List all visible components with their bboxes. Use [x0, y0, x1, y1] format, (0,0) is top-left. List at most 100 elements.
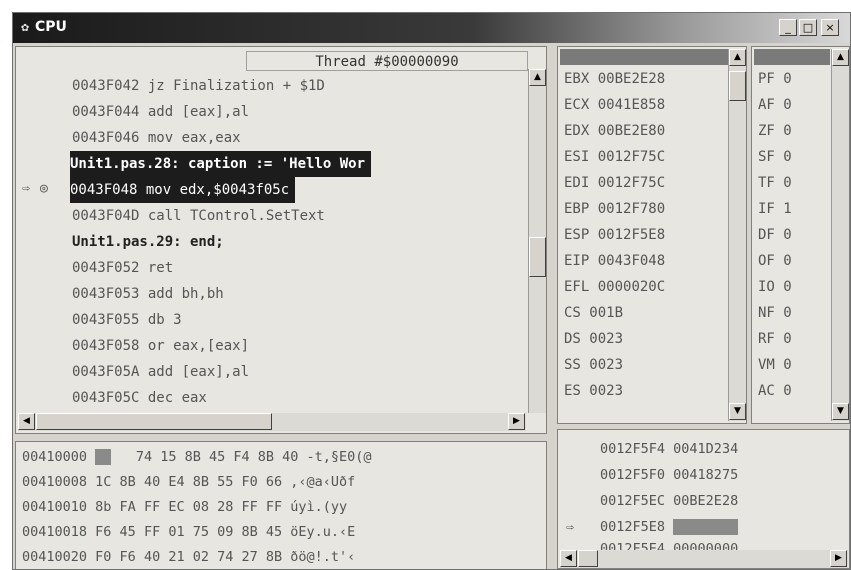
- register-value[interactable]: 0012F75C: [598, 149, 665, 165]
- dump-row[interactable]: 00410018 F6 45 FF 01 75 09 8B 45 öEy.u.‹…: [22, 521, 355, 543]
- register-row[interactable]: EIP 0043F048: [564, 249, 665, 274]
- flag-value[interactable]: 0: [783, 175, 791, 191]
- code-line[interactable]: 0043F055 db 3: [72, 307, 182, 333]
- minimize-button[interactable]: _: [779, 19, 797, 36]
- flag-row[interactable]: ZF 0: [758, 119, 792, 144]
- dump-ascii[interactable]: öEy.u.‹E: [290, 524, 355, 540]
- flag-row[interactable]: IO 0: [758, 275, 792, 300]
- flag-value[interactable]: 0: [783, 149, 791, 165]
- close-button[interactable]: ×: [821, 19, 839, 36]
- flag-row[interactable]: SF 0: [758, 145, 792, 170]
- title-bar[interactable]: ✿ CPU _ □ ×: [13, 13, 850, 43]
- flag-row[interactable]: TF 0: [758, 171, 792, 196]
- flag-row[interactable]: VM 0: [758, 353, 792, 378]
- registers-vscrollbar[interactable]: ▲ ▼: [728, 49, 746, 421]
- register-row[interactable]: ECX 0041E858: [564, 93, 665, 118]
- code-line[interactable]: 0043F05C dec eax: [72, 385, 207, 411]
- flag-row[interactable]: OF 0: [758, 249, 792, 274]
- register-row[interactable]: DS 0023: [564, 327, 623, 352]
- flag-row[interactable]: AC 0: [758, 379, 792, 404]
- flag-value[interactable]: 0: [783, 253, 791, 269]
- stack-row[interactable]: 0012F5F4 0041D234: [600, 438, 738, 460]
- current-instruction-line[interactable]: 0043F048 mov edx,$0043f05c: [70, 177, 296, 203]
- register-row[interactable]: EBX 00BE2E28: [564, 67, 665, 92]
- scroll-down-button[interactable]: ▼: [729, 403, 746, 420]
- flag-row[interactable]: IF 1: [758, 197, 792, 222]
- code-line[interactable]: 0043F046 mov eax,eax: [72, 125, 241, 151]
- register-row[interactable]: EBP 0012F780: [564, 197, 665, 222]
- disassembly-hscrollbar[interactable]: ◀ ▶: [18, 413, 526, 431]
- maximize-button[interactable]: □: [799, 19, 817, 36]
- flag-value[interactable]: 0: [783, 71, 791, 87]
- dump-ascii[interactable]: úyì.(yy: [290, 499, 347, 515]
- register-value[interactable]: 0012F75C: [598, 175, 665, 191]
- register-row[interactable]: SS 0023: [564, 353, 623, 378]
- dump-row[interactable]: 00410008 1C 8B 40 E4 8B 55 F0 66 ,‹@a‹Uð…: [22, 471, 355, 493]
- register-value[interactable]: 0012F780: [598, 201, 665, 217]
- memory-dump-pane[interactable]: 00410000 00 74 15 8B 45 F4 8B 40 -t,§E0(…: [15, 441, 547, 569]
- flag-value[interactable]: 0: [783, 279, 791, 295]
- disassembly-vscrollbar[interactable]: ▲: [528, 69, 546, 413]
- disassembly-pane[interactable]: Thread #$00000090 0043F042 jz Finalizati…: [15, 46, 547, 434]
- register-row[interactable]: EDX 00BE2E80: [564, 119, 665, 144]
- dump-row[interactable]: 00410020 F0 F6 40 21 02 74 27 8B ðö@!.t'…: [22, 546, 355, 568]
- register-row[interactable]: ESP 0012F5E8: [564, 223, 665, 248]
- source-line[interactable]: Unit1.pas.29: end;: [72, 229, 224, 255]
- flag-value[interactable]: 0: [783, 383, 791, 399]
- dump-row[interactable]: 00410010 8b FA FF EC 08 28 FF FF úyì.(yy: [22, 496, 347, 518]
- flag-value[interactable]: 0: [783, 305, 791, 321]
- register-value[interactable]: 0012F5E8: [598, 227, 665, 243]
- register-value[interactable]: 00BE2E28: [598, 71, 665, 87]
- scroll-down-button[interactable]: ▼: [832, 403, 849, 420]
- flag-value[interactable]: 0: [783, 357, 791, 373]
- hscroll-thumb[interactable]: [578, 550, 598, 567]
- register-value[interactable]: 0043F048: [598, 253, 665, 269]
- scroll-right-button[interactable]: ▶: [830, 550, 847, 567]
- code-line[interactable]: 0043F052 ret: [72, 255, 173, 281]
- dump-ascii[interactable]: ,‹@a‹Uðf: [290, 474, 355, 490]
- register-value[interactable]: 001B: [589, 305, 623, 321]
- flags-pane[interactable]: PF 0 AF 0 ZF 0 SF 0 TF 0 IF 1 DF 0 OF 0 …: [751, 46, 850, 424]
- code-line[interactable]: 0043F042 jz Finalization + $1D: [72, 73, 325, 99]
- code-line[interactable]: 0043F053 add bh,bh: [72, 281, 224, 307]
- stack-value-selected[interactable]: 00000000: [673, 519, 739, 535]
- flag-row[interactable]: AF 0: [758, 93, 792, 118]
- register-value[interactable]: 0023: [589, 331, 623, 347]
- register-value[interactable]: 0023: [589, 357, 623, 373]
- code-line[interactable]: 0043F044 add [eax],al: [72, 99, 249, 125]
- register-row[interactable]: ESI 0012F75C: [564, 145, 665, 170]
- flag-value[interactable]: 0: [783, 97, 791, 113]
- stack-row[interactable]: 0012F5F0 00418275: [600, 464, 738, 486]
- flag-row[interactable]: DF 0: [758, 223, 792, 248]
- registers-pane[interactable]: EBX 00BE2E28 ECX 0041E858 EDX 00BE2E80 E…: [557, 46, 747, 424]
- breakpoint-icon[interactable]: ◎: [40, 181, 48, 196]
- stack-row[interactable]: 0012F5E8 00000000: [600, 516, 739, 538]
- scroll-up-button[interactable]: ▲: [729, 49, 746, 66]
- stack-pane[interactable]: 0012F5F4 0041D234 0012F5F0 00418275 0012…: [557, 429, 850, 569]
- flags-vscrollbar[interactable]: ▲ ▼: [831, 49, 849, 421]
- dump-bytes[interactable]: F6 45 FF 01 75 09 8B 45: [95, 524, 282, 540]
- dump-ascii[interactable]: -t,§E0(@: [307, 449, 372, 465]
- scroll-thumb[interactable]: [729, 71, 746, 101]
- stack-value[interactable]: 00BE2E28: [673, 493, 738, 509]
- code-line[interactable]: 0043F05A add [eax],al: [72, 359, 249, 385]
- flag-value[interactable]: 1: [783, 201, 791, 217]
- flag-row[interactable]: PF 0: [758, 67, 792, 92]
- stack-row[interactable]: 0012F5EC 00BE2E28: [600, 490, 738, 512]
- dump-ascii[interactable]: ðö@!.t'‹: [290, 549, 355, 565]
- dump-bytes[interactable]: 74 15 8B 45 F4 8B 40: [111, 449, 299, 465]
- dump-bytes[interactable]: 1C 8B 40 E4 8B 55 F0 66: [95, 474, 282, 490]
- scroll-right-button[interactable]: ▶: [508, 413, 525, 430]
- stack-value[interactable]: 00418275: [673, 467, 738, 483]
- flag-row[interactable]: RF 0: [758, 327, 792, 352]
- stack-hscrollbar[interactable]: ◀ ▶: [560, 550, 848, 568]
- code-line[interactable]: 0043F058 or eax,[eax]: [72, 333, 249, 359]
- dump-bytes[interactable]: F0 F6 40 21 02 74 27 8B: [95, 549, 282, 565]
- hscroll-thumb[interactable]: [36, 413, 272, 430]
- scroll-up-button[interactable]: ▲: [529, 69, 546, 86]
- scroll-up-button[interactable]: ▲: [832, 49, 849, 66]
- scroll-left-button[interactable]: ◀: [18, 413, 35, 430]
- dump-bytes[interactable]: 8b FA FF EC 08 28 FF FF: [95, 499, 282, 515]
- register-value[interactable]: 0041E858: [598, 97, 665, 113]
- flag-value[interactable]: 0: [783, 331, 791, 347]
